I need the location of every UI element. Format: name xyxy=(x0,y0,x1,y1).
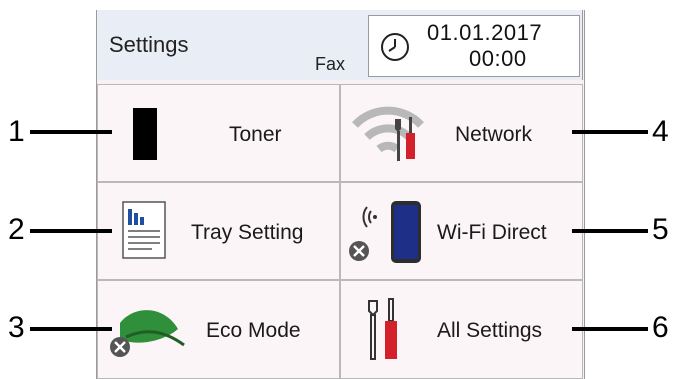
toner-label: Toner xyxy=(229,123,282,146)
callout-line-6 xyxy=(572,327,648,331)
date-text: 01.01.2017 xyxy=(427,20,543,45)
callout-number-4: 4 xyxy=(652,115,669,148)
callout-number-2: 2 xyxy=(8,213,25,246)
eco-mode-button[interactable]: Eco Mode xyxy=(97,280,340,379)
tools-icon xyxy=(368,298,397,360)
tray-setting-button[interactable]: Tray Setting xyxy=(97,182,340,280)
all-settings-button[interactable]: All Settings xyxy=(340,280,583,379)
wifi-direct-label: Wi-Fi Direct xyxy=(437,221,547,244)
network-label: Network xyxy=(455,123,533,146)
toner-button[interactable]: Toner xyxy=(97,84,340,182)
callout-line-5 xyxy=(572,229,648,233)
eco-mode-label: Eco Mode xyxy=(206,319,301,342)
mode-indicator: Fax xyxy=(315,54,346,74)
callout-line-2 xyxy=(30,229,112,233)
callout-number-1: 1 xyxy=(8,115,25,148)
tray-paper-icon xyxy=(122,201,166,259)
callout-line-1 xyxy=(30,130,112,134)
clock-icon xyxy=(381,33,409,61)
toner-cartridge-icon xyxy=(133,108,157,160)
page-title: Settings xyxy=(109,32,189,57)
network-settings-icon xyxy=(352,106,424,161)
header-bar: Settings Fax 01.01.2017 00:00 xyxy=(96,10,583,80)
tray-setting-label: Tray Setting xyxy=(191,221,304,244)
wifi-direct-button[interactable]: Wi-Fi Direct xyxy=(340,182,583,280)
callout-number-6: 6 xyxy=(652,311,669,344)
network-button[interactable]: Network xyxy=(340,84,583,182)
callout-number-3: 3 xyxy=(8,311,25,344)
wifi-direct-phone-icon xyxy=(349,201,421,263)
date-time-button[interactable]: 01.01.2017 00:00 xyxy=(368,15,580,77)
eco-leaf-icon xyxy=(110,310,185,357)
callout-number-5: 5 xyxy=(652,213,669,246)
callout-line-4 xyxy=(572,130,648,134)
time-text: 00:00 xyxy=(469,46,527,71)
callout-line-3 xyxy=(30,327,112,331)
all-settings-label: All Settings xyxy=(437,319,543,342)
